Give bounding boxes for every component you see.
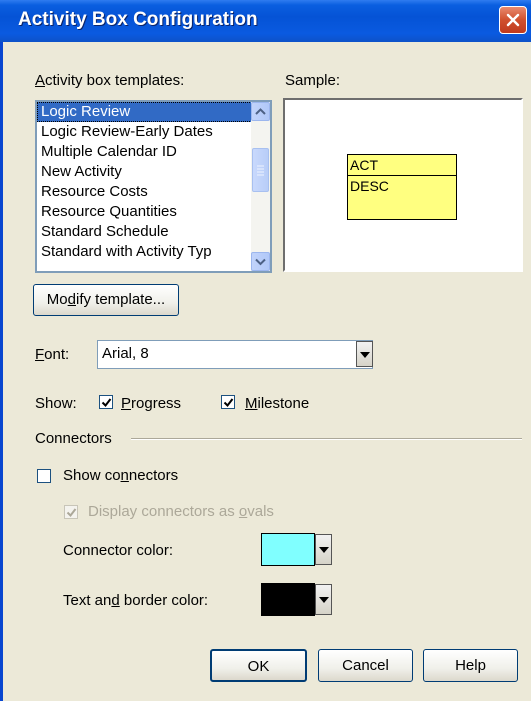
- text-border-color-label: Text and border color:: [63, 592, 209, 609]
- font-label: Font:: [35, 346, 70, 363]
- sample-act-field: ACT: [348, 155, 456, 176]
- chevron-up-icon: [255, 108, 266, 115]
- window-title: Activity Box Configuration: [18, 9, 258, 30]
- connector-color-label: Connector color:: [63, 542, 174, 559]
- templates-label: Activity box templates:: [35, 72, 185, 89]
- show-connectors-label[interactable]: Show connectors: [63, 467, 178, 484]
- text-border-color-dropdown-button[interactable]: [315, 584, 332, 615]
- grip-icon: [257, 165, 264, 176]
- connectors-group-label: Connectors: [35, 430, 112, 447]
- template-list-item[interactable]: Resource Costs: [37, 182, 270, 202]
- templates-scrollbar[interactable]: [251, 102, 270, 271]
- scroll-down-button[interactable]: [251, 252, 270, 271]
- scroll-up-button[interactable]: [251, 102, 270, 121]
- sample-preview: ACT DESC: [283, 98, 523, 272]
- font-dropdown-button[interactable]: [356, 341, 373, 367]
- sample-desc-field: DESC: [350, 178, 389, 194]
- close-icon: [506, 13, 520, 27]
- sample-activity-box: ACT DESC: [347, 154, 457, 220]
- window-border: [0, 42, 3, 701]
- chevron-down-icon: [255, 258, 266, 266]
- template-list-item[interactable]: Standard Schedule: [37, 222, 270, 242]
- close-button[interactable]: [499, 6, 527, 34]
- ok-button[interactable]: OK: [210, 649, 307, 682]
- progress-label[interactable]: Progress: [121, 395, 181, 412]
- checkmark-icon: [101, 398, 112, 408]
- show-label: Show:: [35, 395, 77, 412]
- checkmark-icon: [223, 398, 234, 408]
- milestone-checkbox[interactable]: [221, 395, 235, 409]
- progress-checkbox[interactable]: [99, 395, 113, 409]
- display-ovals-checkbox[interactable]: [64, 505, 78, 519]
- scroll-thumb[interactable]: [252, 148, 269, 192]
- modify-template-button[interactable]: Modify template...: [33, 284, 179, 316]
- template-list-item[interactable]: Logic Review-Early Dates: [37, 122, 270, 142]
- help-button[interactable]: Help: [423, 649, 518, 682]
- dropdown-arrow-icon: [319, 547, 329, 553]
- display-ovals-label: Display connectors as ovals: [88, 503, 274, 520]
- font-value: Arial, 8: [102, 345, 149, 362]
- template-list-item[interactable]: Multiple Calendar ID: [37, 142, 270, 162]
- text-border-color-swatch[interactable]: [261, 583, 315, 616]
- template-list-item[interactable]: Standard with Activity Typ: [37, 242, 270, 262]
- dropdown-arrow-icon: [360, 352, 370, 358]
- font-combobox[interactable]: Arial, 8: [97, 340, 373, 369]
- show-connectors-checkbox[interactable]: [37, 469, 51, 483]
- templates-listbox[interactable]: Logic Review Logic Review-Early Dates Mult…: [35, 100, 272, 273]
- connectors-divider: [131, 438, 522, 440]
- connector-color-dropdown-button[interactable]: [315, 534, 332, 565]
- checkmark-icon: [66, 508, 77, 518]
- connector-color-swatch[interactable]: [261, 533, 315, 566]
- cancel-button[interactable]: Cancel: [318, 649, 413, 682]
- dropdown-arrow-icon: [319, 597, 329, 603]
- template-list-item[interactable]: New Activity: [37, 162, 270, 182]
- template-list-item[interactable]: Logic Review: [37, 102, 270, 122]
- sample-label: Sample:: [285, 72, 341, 89]
- milestone-label[interactable]: Milestone: [245, 395, 309, 412]
- template-list-item[interactable]: Resource Quantities: [37, 202, 270, 222]
